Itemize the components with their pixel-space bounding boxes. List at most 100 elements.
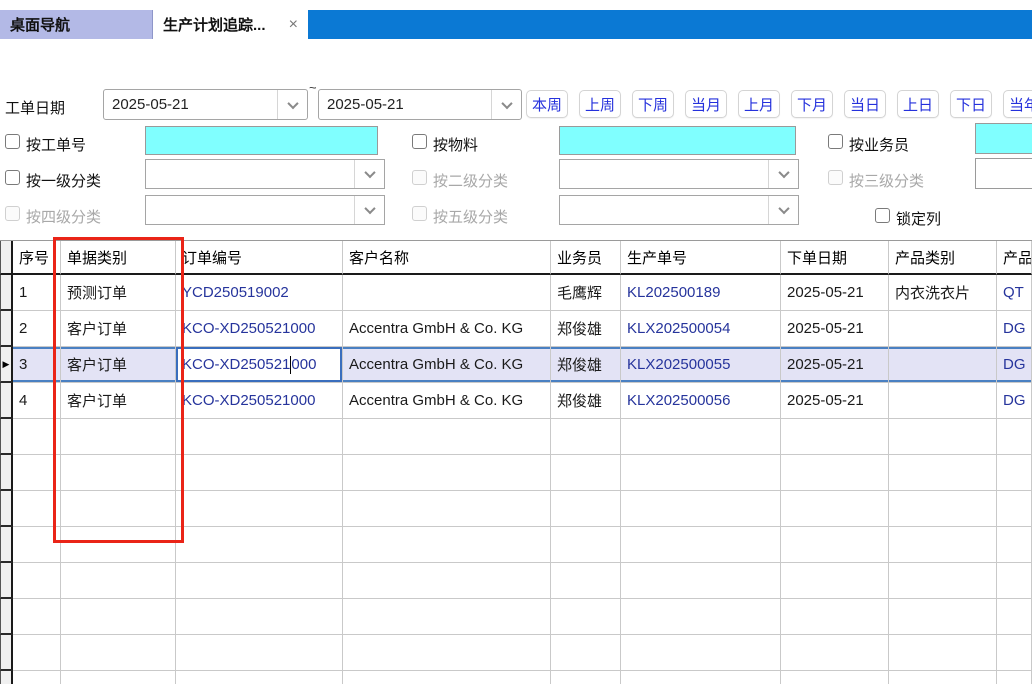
row-marker-cell[interactable] [0,419,13,455]
grid-cell[interactable] [343,275,551,311]
grid-cell[interactable] [13,671,61,684]
column-header[interactable]: 生产单号 [621,241,781,275]
grid-cell[interactable] [781,599,889,635]
corner-marker-cell[interactable] [0,241,13,275]
checkbox-by-material[interactable] [412,134,427,149]
grid-cell[interactable] [997,599,1032,635]
grid-cell[interactable] [176,599,343,635]
grid-cell[interactable] [889,635,997,671]
grid-cell[interactable] [551,491,621,527]
column-header[interactable]: 订单编号 [176,241,343,275]
chevron-down-icon[interactable] [768,160,798,188]
grid-cell[interactable] [343,491,551,527]
input-by-work-order[interactable] [145,126,378,155]
grid-cell[interactable] [997,563,1032,599]
checkbox-by-level2-category[interactable] [412,170,427,185]
grid-cell[interactable]: 4 [13,383,61,419]
grid-cell[interactable]: 内衣洗衣片 [889,275,997,311]
grid-cell[interactable] [176,671,343,684]
grid-cell[interactable]: 1 [13,275,61,311]
date-from-select[interactable]: 2025-05-21 [103,89,308,120]
checkbox-by-level4-category[interactable] [5,206,20,221]
grid-cell[interactable] [889,563,997,599]
checkbox-by-work-order[interactable] [5,134,20,149]
grid-cell[interactable]: 3 [13,347,61,383]
input-level3-category[interactable] [975,158,1032,189]
grid-cell[interactable] [551,419,621,455]
grid-cell[interactable] [13,527,61,563]
grid-cell[interactable] [61,419,176,455]
grid-cell[interactable] [61,599,176,635]
grid-cell[interactable]: 2 [13,311,61,347]
grid-cell[interactable] [61,455,176,491]
grid-cell[interactable]: 客户订单 [61,347,176,383]
quick-btn-prev-day[interactable]: 上日 [897,90,939,118]
input-by-material[interactable] [559,126,796,155]
grid-cell[interactable] [781,563,889,599]
grid-cell[interactable] [343,635,551,671]
grid-cell[interactable] [781,635,889,671]
grid-cell[interactable] [889,419,997,455]
grid-cell[interactable] [61,671,176,684]
grid-cell[interactable] [551,599,621,635]
grid-cell[interactable] [781,419,889,455]
row-marker-cell[interactable] [0,275,13,311]
select-level5-category[interactable] [559,195,799,225]
grid-cell[interactable] [176,419,343,455]
grid-cell[interactable] [889,599,997,635]
row-marker-cell[interactable]: ▶ [0,347,13,383]
quick-btn-last-week[interactable]: 上周 [579,90,621,118]
grid-cell[interactable]: DG [997,347,1032,383]
grid-cell[interactable] [551,455,621,491]
grid-cell[interactable] [13,419,61,455]
checkbox-by-level3-category[interactable] [828,170,843,185]
grid-cell[interactable] [343,599,551,635]
quick-btn-next-month[interactable]: 下月 [791,90,833,118]
grid-cell[interactable] [889,311,997,347]
grid-cell[interactable] [176,635,343,671]
column-header[interactable]: 单据类别 [61,241,176,275]
row-marker-cell[interactable] [0,671,13,684]
grid-cell[interactable]: 2025-05-21 [781,311,889,347]
date-to-select[interactable]: 2025-05-21 [318,89,522,120]
quick-btn-this-week[interactable]: 本周 [526,90,568,118]
tab-close-icon[interactable]: × [289,16,298,34]
quick-btn-today[interactable]: 当日 [844,90,886,118]
grid-cell[interactable] [997,455,1032,491]
grid-cell[interactable] [781,527,889,563]
grid-cell[interactable]: 毛鹰辉 [551,275,621,311]
row-marker-cell[interactable] [0,311,13,347]
chevron-down-icon[interactable] [354,196,384,224]
row-marker-cell[interactable] [0,455,13,491]
row-marker-cell[interactable] [0,635,13,671]
grid-cell[interactable]: KCO-XD250521000 [176,383,343,419]
row-marker-cell[interactable] [0,527,13,563]
row-marker-cell[interactable] [0,383,13,419]
grid-cell[interactable] [343,671,551,684]
quick-btn-this-month[interactable]: 当月 [685,90,727,118]
checkbox-by-level1-category[interactable] [5,170,20,185]
grid-cell[interactable] [61,491,176,527]
grid-cell[interactable]: KCO-XD250521000 [176,311,343,347]
grid-cell[interactable]: 客户订单 [61,311,176,347]
checkbox-lock-columns[interactable] [875,208,890,223]
grid-cell[interactable] [781,491,889,527]
chevron-down-icon[interactable] [354,160,384,188]
grid-cell[interactable] [889,527,997,563]
grid-cell[interactable] [621,419,781,455]
grid-cell[interactable] [13,455,61,491]
grid-cell[interactable]: KLX202500056 [621,383,781,419]
quick-btn-next-week[interactable]: 下周 [632,90,674,118]
chevron-down-icon[interactable] [277,90,307,119]
grid-cell[interactable]: KL202500189 [621,275,781,311]
grid-cell[interactable] [621,635,781,671]
quick-btn-last-month[interactable]: 上月 [738,90,780,118]
grid-cell[interactable] [621,563,781,599]
grid-cell[interactable] [621,599,781,635]
quick-btn-this-year[interactable]: 当年 [1003,90,1032,118]
column-header[interactable]: 下单日期 [781,241,889,275]
input-by-salesman[interactable] [975,123,1032,154]
column-header[interactable]: 产品类别 [889,241,997,275]
grid-cell[interactable] [997,527,1032,563]
grid-cell[interactable] [343,419,551,455]
